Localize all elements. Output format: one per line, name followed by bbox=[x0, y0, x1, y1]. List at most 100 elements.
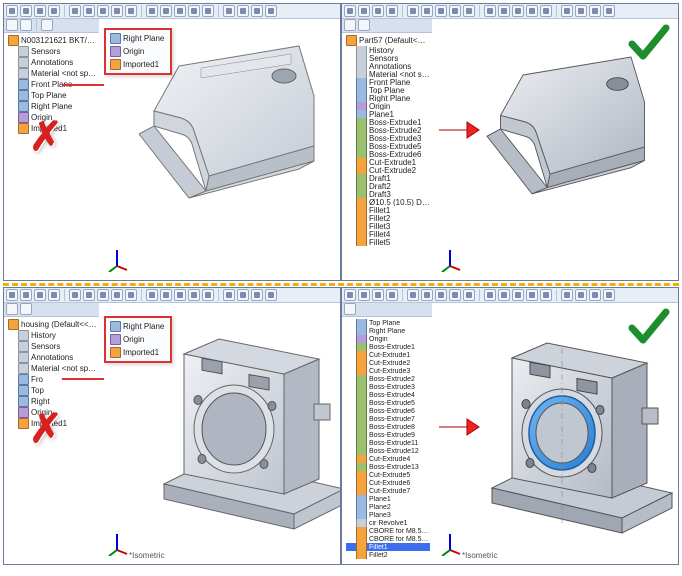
zoom-fit-icon[interactable] bbox=[111, 289, 123, 301]
tree-node[interactable]: History bbox=[8, 330, 97, 341]
rotate-icon[interactable] bbox=[484, 5, 496, 17]
tree-node[interactable]: Top Plane bbox=[8, 90, 97, 101]
save-icon[interactable] bbox=[372, 289, 384, 301]
wireframe-icon[interactable] bbox=[526, 5, 538, 17]
tree-node[interactable]: Top Plane bbox=[346, 319, 430, 327]
print-icon[interactable] bbox=[48, 289, 60, 301]
open-icon[interactable] bbox=[20, 289, 32, 301]
help-icon[interactable] bbox=[603, 5, 615, 17]
redo-icon[interactable] bbox=[421, 5, 433, 17]
pan-icon[interactable] bbox=[498, 5, 510, 17]
tree-node[interactable]: Sensors bbox=[346, 54, 430, 62]
wireframe-icon[interactable] bbox=[188, 289, 200, 301]
zoom-area-icon[interactable] bbox=[463, 5, 475, 17]
zoom-area-icon[interactable] bbox=[463, 289, 475, 301]
tree-node[interactable]: Boss-Extrude8 bbox=[346, 423, 430, 431]
options-icon[interactable] bbox=[589, 5, 601, 17]
tree-node[interactable]: Annotations bbox=[8, 57, 97, 68]
tree-node[interactable]: CBORE for M8.5 SHO2 bbox=[346, 535, 430, 543]
tree-node[interactable]: Material <not specified> bbox=[346, 70, 430, 78]
rebuild-icon[interactable] bbox=[435, 289, 447, 301]
appearance-icon[interactable] bbox=[561, 289, 573, 301]
tree-node[interactable]: Material <not specified> bbox=[8, 363, 97, 374]
zoom-area-icon[interactable] bbox=[125, 289, 137, 301]
view-triad[interactable] bbox=[438, 248, 462, 274]
options-icon[interactable] bbox=[251, 5, 263, 17]
tree-node[interactable]: Right Plane bbox=[346, 327, 430, 335]
tree-node[interactable]: cir Revolve1 bbox=[346, 519, 430, 527]
feature-tree[interactable]: Part57 (Default<<Default>_Display) Histo… bbox=[342, 18, 433, 280]
filter-icon[interactable] bbox=[344, 19, 356, 31]
tree-node[interactable]: Plane1 bbox=[346, 495, 430, 503]
options-icon[interactable] bbox=[251, 289, 263, 301]
tree-node[interactable]: Sensors bbox=[8, 46, 97, 57]
tree-node[interactable]: Annotations bbox=[8, 352, 97, 363]
shade-icon[interactable] bbox=[512, 5, 524, 17]
tree-node[interactable]: Boss-Extrude6 bbox=[346, 407, 430, 415]
print-icon[interactable] bbox=[386, 289, 398, 301]
tree-node[interactable]: Plane2 bbox=[346, 503, 430, 511]
view-icon[interactable] bbox=[358, 19, 370, 31]
rebuild-icon[interactable] bbox=[97, 289, 109, 301]
tree-node[interactable]: Boss-Extrude11 bbox=[346, 439, 430, 447]
pan-icon[interactable] bbox=[498, 289, 510, 301]
zoom-area-icon[interactable] bbox=[125, 5, 137, 17]
filter-icon[interactable] bbox=[6, 19, 18, 31]
tree-node[interactable]: Boss-Extrude4 bbox=[346, 391, 430, 399]
tree-node[interactable]: Boss-Extrude12 bbox=[346, 447, 430, 455]
tree-node[interactable]: Fillet4 bbox=[346, 230, 430, 238]
help-icon[interactable] bbox=[265, 289, 277, 301]
rebuild-icon[interactable] bbox=[435, 5, 447, 17]
wireframe-icon[interactable] bbox=[188, 5, 200, 17]
print-icon[interactable] bbox=[386, 5, 398, 17]
save-icon[interactable] bbox=[372, 5, 384, 17]
tree-node[interactable]: Boss-Extrude9 bbox=[346, 431, 430, 439]
tree-node[interactable]: Origin bbox=[346, 335, 430, 343]
view-icon[interactable] bbox=[20, 303, 32, 315]
tree-node[interactable]: Top Plane bbox=[346, 86, 430, 94]
view-icon[interactable] bbox=[237, 5, 249, 17]
tree-root[interactable]: Part57 (Default<<Default>_Display) bbox=[346, 35, 430, 46]
redo-icon[interactable] bbox=[83, 289, 95, 301]
tree-node[interactable]: CBORE for M8.5 SHO2 bbox=[346, 527, 430, 535]
tree-node[interactable]: Boss-Extrude6 bbox=[346, 150, 430, 158]
pan-icon[interactable] bbox=[160, 5, 172, 17]
undo-icon[interactable] bbox=[69, 289, 81, 301]
section-icon[interactable] bbox=[540, 5, 552, 17]
view-triad[interactable] bbox=[438, 532, 462, 558]
undo-icon[interactable] bbox=[407, 5, 419, 17]
section-icon[interactable] bbox=[202, 289, 214, 301]
help-icon[interactable] bbox=[265, 5, 277, 17]
appearance-icon[interactable] bbox=[223, 289, 235, 301]
appearance-icon[interactable] bbox=[561, 5, 573, 17]
tree-node[interactable]: Top bbox=[8, 385, 97, 396]
tree-node[interactable]: Boss-Extrude1 bbox=[346, 118, 430, 126]
tree-node[interactable]: Boss-Extrude7 bbox=[346, 415, 430, 423]
tree-node[interactable]: Boss-Extrude2 bbox=[346, 126, 430, 134]
zoom-fit-icon[interactable] bbox=[111, 5, 123, 17]
tree-node[interactable]: Cut-Extrude2 bbox=[346, 166, 430, 174]
view-icon[interactable] bbox=[237, 289, 249, 301]
undo-icon[interactable] bbox=[407, 289, 419, 301]
tree-node[interactable]: Boss-Extrude5 bbox=[346, 399, 430, 407]
tree-node[interactable]: Material <not specified> bbox=[8, 68, 97, 79]
rebuild-icon[interactable] bbox=[97, 5, 109, 17]
zoom-fit-icon[interactable] bbox=[449, 5, 461, 17]
rotate-icon[interactable] bbox=[146, 289, 158, 301]
tree-node[interactable]: Fillet3 bbox=[346, 222, 430, 230]
tree-node[interactable]: Fillet5 bbox=[346, 238, 430, 246]
tree-root[interactable]: housing (Default<<Default>_R) bbox=[8, 319, 97, 330]
save-icon[interactable] bbox=[34, 289, 46, 301]
redo-icon[interactable] bbox=[421, 289, 433, 301]
options-icon[interactable] bbox=[589, 289, 601, 301]
tree-node[interactable]: Fillet2 bbox=[346, 214, 430, 222]
wireframe-icon[interactable] bbox=[526, 289, 538, 301]
section-icon[interactable] bbox=[202, 5, 214, 17]
view-icon[interactable] bbox=[575, 5, 587, 17]
pan-icon[interactable] bbox=[160, 289, 172, 301]
rotate-icon[interactable] bbox=[146, 5, 158, 17]
appearance-icon[interactable] bbox=[223, 5, 235, 17]
tree-node[interactable]: Fillet1 bbox=[346, 543, 430, 551]
tree-node[interactable]: Annotations bbox=[346, 62, 430, 70]
tree-node[interactable]: Right Plane bbox=[346, 94, 430, 102]
